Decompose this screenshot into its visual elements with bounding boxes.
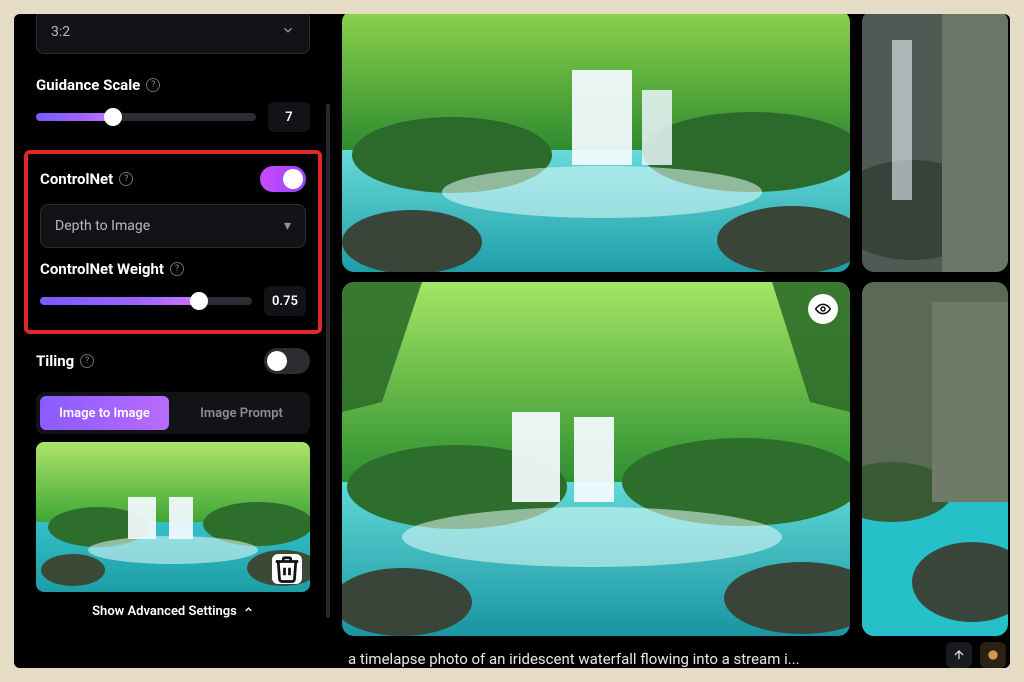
- controlnet-weight-value: 0.75: [264, 286, 306, 316]
- controlnet-mode-value: Depth to Image: [55, 218, 150, 234]
- guidance-scale-label: Guidance Scale ?: [36, 76, 310, 94]
- controlnet-weight-label: ControlNet Weight ?: [40, 260, 306, 278]
- controlnet-mode-select[interactable]: Depth to Image ▾: [40, 204, 306, 248]
- result-image[interactable]: [862, 282, 1008, 636]
- prompt-text: a timelapse photo of an iridescent water…: [348, 650, 800, 668]
- caret-down-icon: ▾: [284, 218, 291, 234]
- help-icon[interactable]: ?: [80, 354, 94, 368]
- tiling-label: Tiling ?: [36, 352, 94, 370]
- result-image[interactable]: [342, 14, 850, 272]
- aspect-ratio-select[interactable]: 3:2: [36, 14, 310, 54]
- action-button[interactable]: [946, 642, 972, 668]
- result-image[interactable]: [862, 14, 1008, 272]
- guidance-scale-slider[interactable]: [36, 113, 256, 121]
- aspect-ratio-value: 3:2: [51, 24, 70, 40]
- settings-sidebar: 3:2 Guidance Scale ? 7 ControlNet: [14, 14, 332, 668]
- result-image[interactable]: [342, 282, 850, 636]
- controlnet-label: ControlNet ?: [40, 170, 133, 188]
- guidance-scale-value: 7: [268, 102, 310, 132]
- controlnet-toggle[interactable]: [260, 166, 306, 192]
- advanced-settings-toggle[interactable]: Show Advanced Settings: [36, 604, 310, 619]
- tiling-toggle[interactable]: [264, 348, 310, 374]
- prompt-bar: a timelapse photo of an iridescent water…: [342, 638, 1010, 668]
- source-image-preview[interactable]: [36, 442, 310, 592]
- delete-source-button[interactable]: [272, 554, 302, 584]
- chevron-down-icon: [281, 23, 295, 41]
- controlnet-annotation: ControlNet ? Depth to Image ▾ ControlNet…: [24, 150, 322, 334]
- action-button[interactable]: [980, 642, 1006, 668]
- sidebar-scrollbar[interactable]: [326, 104, 330, 618]
- help-icon[interactable]: ?: [146, 78, 160, 92]
- visibility-icon[interactable]: [808, 294, 838, 324]
- help-icon[interactable]: ?: [119, 172, 133, 186]
- tab-image-to-image[interactable]: Image to Image: [40, 396, 169, 430]
- help-icon[interactable]: ?: [170, 262, 184, 276]
- chevron-up-icon: [243, 604, 254, 619]
- tab-image-prompt[interactable]: Image Prompt: [177, 396, 306, 430]
- app-root: 3:2 Guidance Scale ? 7 ControlNet: [14, 14, 1010, 668]
- image-source-tabs: Image to Image Image Prompt: [36, 392, 310, 434]
- controlnet-weight-slider[interactable]: [40, 297, 252, 305]
- results-panel: a timelapse photo of an iridescent water…: [332, 14, 1010, 668]
